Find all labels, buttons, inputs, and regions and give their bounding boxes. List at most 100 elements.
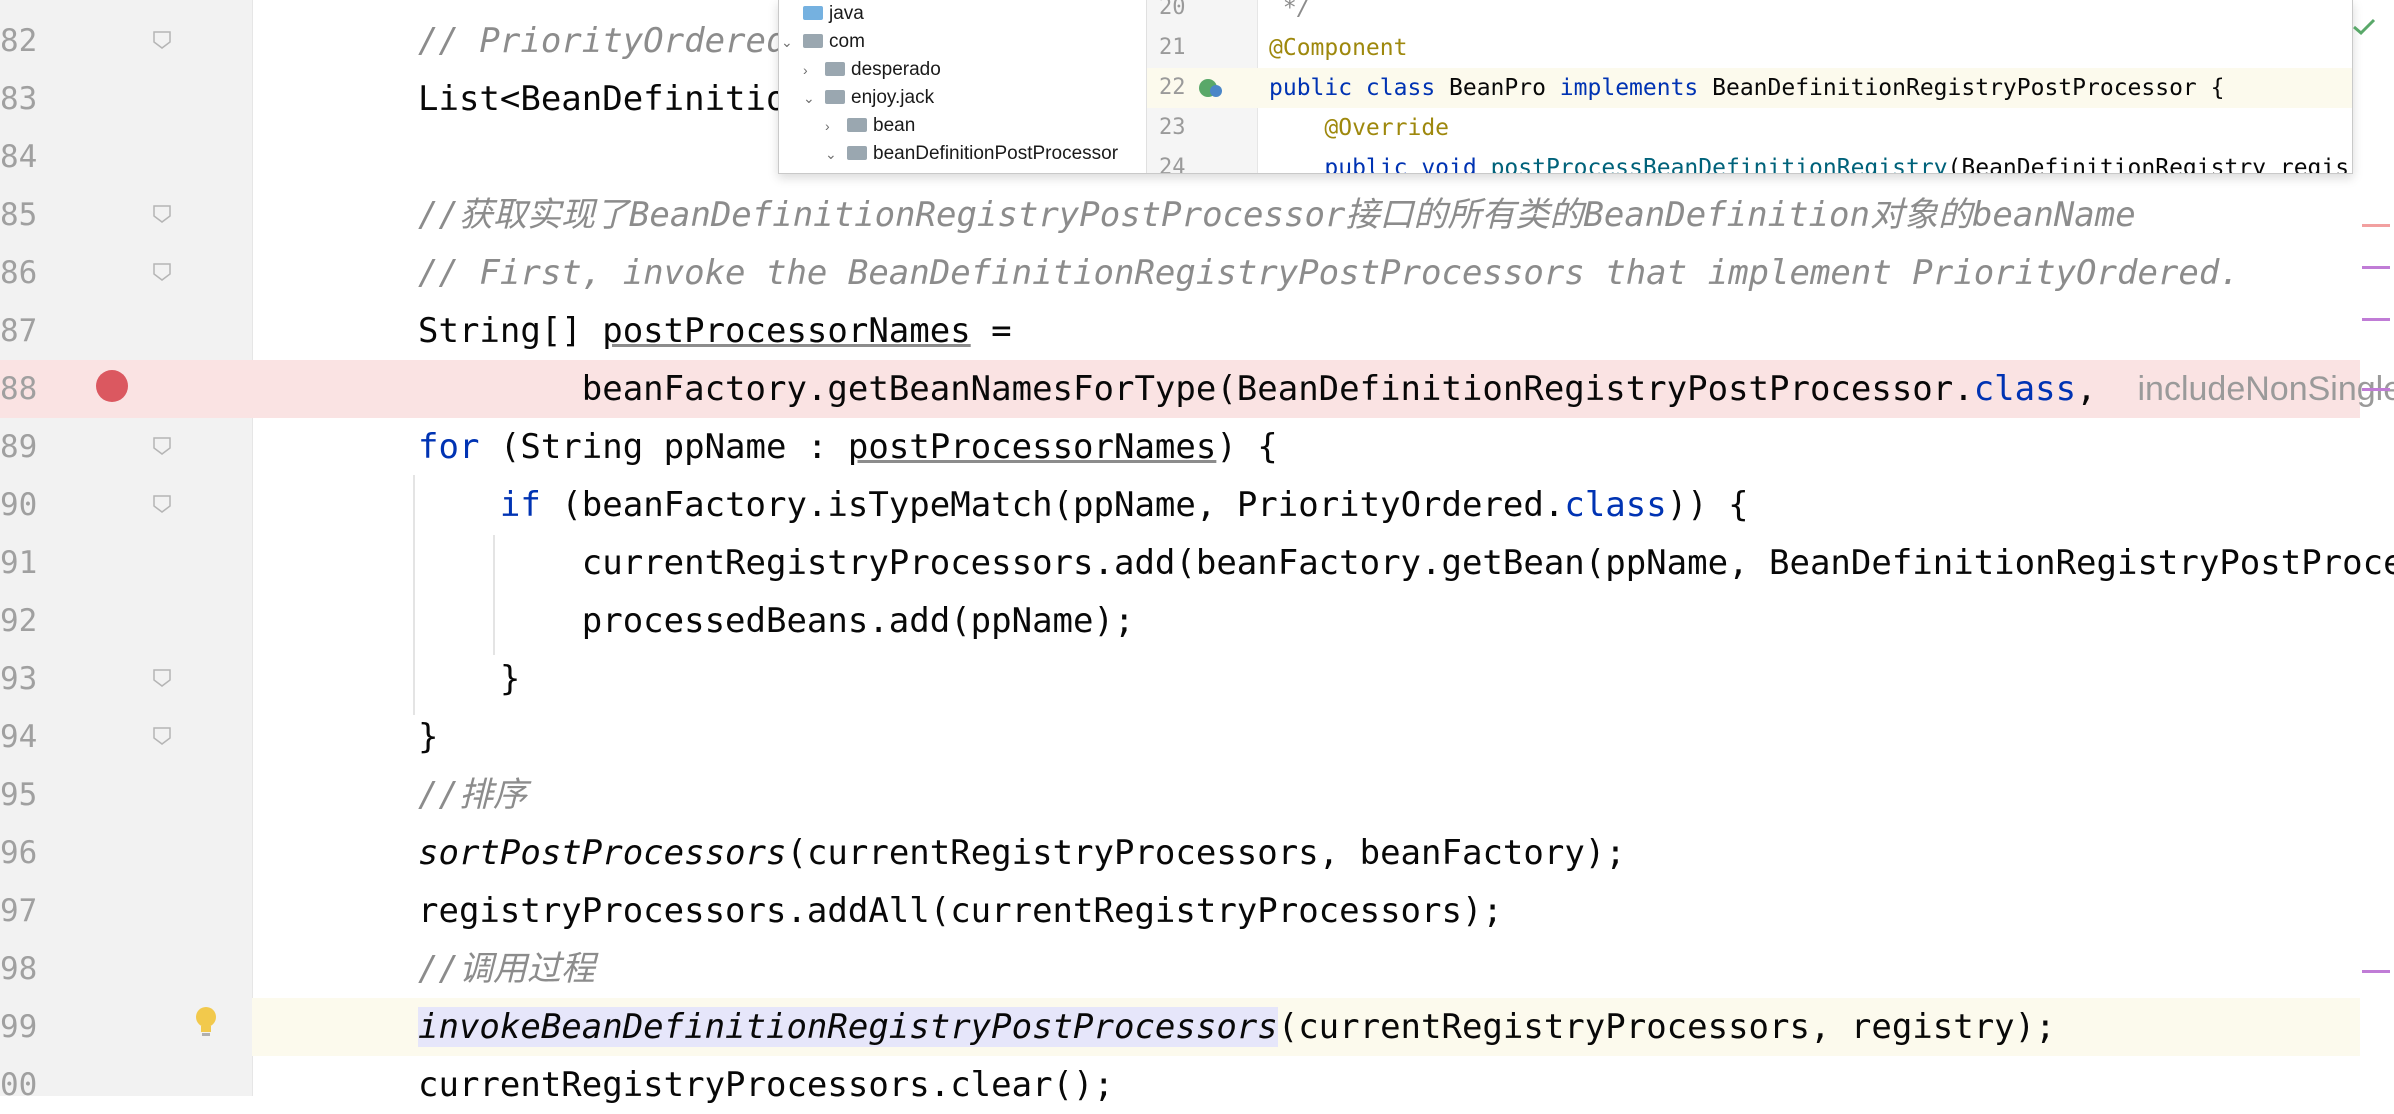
- line-number: 84: [0, 139, 38, 175]
- fold-icon[interactable]: [151, 435, 173, 457]
- code-line[interactable]: 99 invokeBeanDefinitionRegistryPostProces…: [0, 998, 2360, 1056]
- fold-icon[interactable]: [151, 493, 173, 515]
- code-text[interactable]: }: [418, 650, 520, 708]
- code-preview: 20 */ 21 @Component 22 public class BeanPro …: [1147, 0, 2352, 173]
- code-token: public class: [1269, 75, 1450, 101]
- code-token: }: [418, 659, 521, 699]
- code-line[interactable]: 00 currentRegistryProcessors.clear();: [0, 1056, 2360, 1114]
- fold-icon[interactable]: [151, 261, 173, 283]
- code-token: */: [1269, 0, 1311, 21]
- preview-line-number: 20: [1159, 0, 1186, 20]
- line-number: 82: [0, 23, 38, 59]
- indent-guide: [413, 475, 415, 715]
- code-text[interactable]: beanFactory.getBeanNamesForType(BeanDefi…: [418, 360, 2394, 418]
- preview-code: public void postProcessBeanDefinitionReg…: [1269, 148, 2350, 174]
- code-line[interactable]: 91 currentRegistryProcessors.add(beanFac…: [0, 534, 2394, 592]
- tree-item-beandefinitionpostprocessor[interactable]: ⌄ beanDefinitionPostProcessor: [825, 140, 1118, 168]
- code-token: @Override: [1269, 115, 1450, 141]
- preview-code: @Override: [1269, 108, 1449, 148]
- line-number: 86: [0, 255, 38, 291]
- code-line[interactable]: 89 for (String ppName : postProcessorName…: [0, 418, 2360, 476]
- code-token: class: [1564, 485, 1667, 525]
- project-tree[interactable]: java ⌄ com › desperado ⌄ enjoy.jack › bean ⌄ beanD…: [779, 0, 1147, 173]
- fold-icon[interactable]: [151, 203, 173, 225]
- code-text[interactable]: currentRegistryProcessors.clear();: [418, 1056, 1114, 1114]
- code-line[interactable]: 86 // First, invoke the BeanDefinitionReg…: [0, 244, 2360, 302]
- code-text[interactable]: }: [418, 708, 438, 766]
- tree-item-com[interactable]: ⌄ com: [781, 28, 865, 56]
- tree-item-label: beanDefinitionPostProcessor: [873, 143, 1119, 165]
- preview-code: @Component: [1269, 28, 1407, 68]
- tree-item-java[interactable]: java: [781, 0, 864, 28]
- code-token: (BeanDefinitionRegistry regis: [1947, 155, 2350, 174]
- preview-line: 21 @Component: [1147, 28, 2352, 68]
- bulb-icon[interactable]: [193, 1005, 219, 1037]
- chevron-icon[interactable]: ⌄: [825, 140, 839, 168]
- code-line[interactable]: 98 //调用过程: [0, 940, 2360, 998]
- code-text[interactable]: processedBeans.add(ppName);: [418, 592, 1135, 650]
- code-token: implements: [1545, 75, 1713, 101]
- code-line[interactable]: 97 registryProcessors.addAll(currentRegis…: [0, 882, 2360, 940]
- tree-item-bean[interactable]: › bean: [825, 112, 915, 140]
- folder-icon: [825, 90, 845, 104]
- fold-icon[interactable]: [151, 29, 173, 51]
- preview-line: 20 */: [1147, 0, 2352, 28]
- code-line[interactable]: 94}: [0, 708, 2360, 766]
- preview-line-number: 23: [1159, 115, 1186, 140]
- code-line[interactable]: 95 //排序: [0, 766, 2360, 824]
- code-line[interactable]: 96 sortPostProcessors(currentRegistryProc…: [0, 824, 2360, 882]
- code-text[interactable]: registryProcessors.addAll(currentRegistr…: [418, 882, 1503, 940]
- code-text[interactable]: // PriorityOrdered: [418, 12, 786, 70]
- chevron-icon[interactable]: ›: [825, 112, 839, 140]
- code-line[interactable]: 90 if (beanFactory.isTypeMatch(ppName, P…: [0, 476, 2360, 534]
- tree-item-label: java: [829, 3, 864, 24]
- line-number: 94: [0, 719, 38, 755]
- code-text[interactable]: //调用过程: [418, 940, 595, 998]
- code-text[interactable]: //排序: [418, 766, 527, 824]
- tree-item-desperado[interactable]: › desperado: [803, 56, 941, 84]
- code-token: List<BeanDefinitio: [418, 79, 787, 119]
- file-preview-popup[interactable]: java ⌄ com › desperado ⌄ enjoy.jack › bean ⌄ beanD…: [778, 0, 2353, 174]
- code-text[interactable]: sortPostProcessors(currentRegistryProces…: [418, 824, 1626, 882]
- chevron-icon[interactable]: ⌄: [803, 84, 817, 112]
- code-text[interactable]: for (String ppName : postProcessorNames)…: [418, 418, 1278, 476]
- preview-line-number: 22: [1159, 75, 1186, 100]
- line-number: 95: [0, 777, 38, 813]
- code-text[interactable]: invokeBeanDefinitionRegistryPostProcesso…: [418, 998, 2056, 1056]
- code-token: =: [970, 311, 1012, 351]
- fold-icon[interactable]: [151, 667, 173, 689]
- code-text[interactable]: currentRegistryProcessors.add(beanFactor…: [418, 534, 2394, 592]
- code-token: sortPostProcessors: [418, 833, 787, 873]
- code-token: class: [1973, 369, 2077, 409]
- code-token: //调用过程: [418, 949, 595, 989]
- code-token: ,: [2076, 369, 2138, 409]
- chevron-icon[interactable]: ⌄: [781, 28, 795, 56]
- code-text[interactable]: //获取实现了BeanDefinitionRegistryPostProcess…: [418, 186, 2136, 244]
- code-token: currentRegistryProcessors.add(beanFactor…: [418, 543, 2394, 583]
- line-number: 87: [0, 313, 38, 349]
- code-text[interactable]: List<BeanDefinitio: [418, 70, 786, 128]
- chevron-icon[interactable]: ›: [803, 56, 817, 84]
- preview-code: */: [1269, 0, 1311, 28]
- line-number: 96: [0, 835, 38, 871]
- code-token: (beanFactory.isTypeMatch(ppName, Priorit…: [540, 485, 1565, 525]
- tree-item-label: com: [829, 31, 865, 53]
- code-line[interactable]: 88 beanFactory.getBeanNamesForType(BeanD…: [0, 360, 2394, 418]
- code-line[interactable]: 87 String[] postProcessorNames =: [0, 302, 2360, 360]
- folder-icon: [803, 5, 823, 20]
- code-line[interactable]: 93 }: [0, 650, 2360, 708]
- line-number: 83: [0, 81, 38, 117]
- bean-gutter-icon[interactable]: [1197, 77, 1223, 103]
- code-text[interactable]: // First, invoke the BeanDefinitionRegis…: [418, 244, 2240, 302]
- code-token: invokeBeanDefinitionRegistryPostProcesso…: [418, 1007, 1278, 1047]
- code-line[interactable]: 92 processedBeans.add(ppName);: [0, 592, 2360, 650]
- tree-item-enjoy-jack[interactable]: ⌄ enjoy.jack: [803, 84, 934, 112]
- checkmark-icon: [2352, 18, 2376, 40]
- preview-line-number: 21: [1159, 35, 1186, 60]
- breakpoint-icon[interactable]: [96, 370, 128, 402]
- fold-icon[interactable]: [151, 725, 173, 747]
- code-text[interactable]: if (beanFactory.isTypeMatch(ppName, Prio…: [418, 476, 1749, 534]
- code-line[interactable]: 85 //获取实现了BeanDefinitionRegistryPostProce…: [0, 186, 2360, 244]
- code-text[interactable]: String[] postProcessorNames =: [418, 302, 1012, 360]
